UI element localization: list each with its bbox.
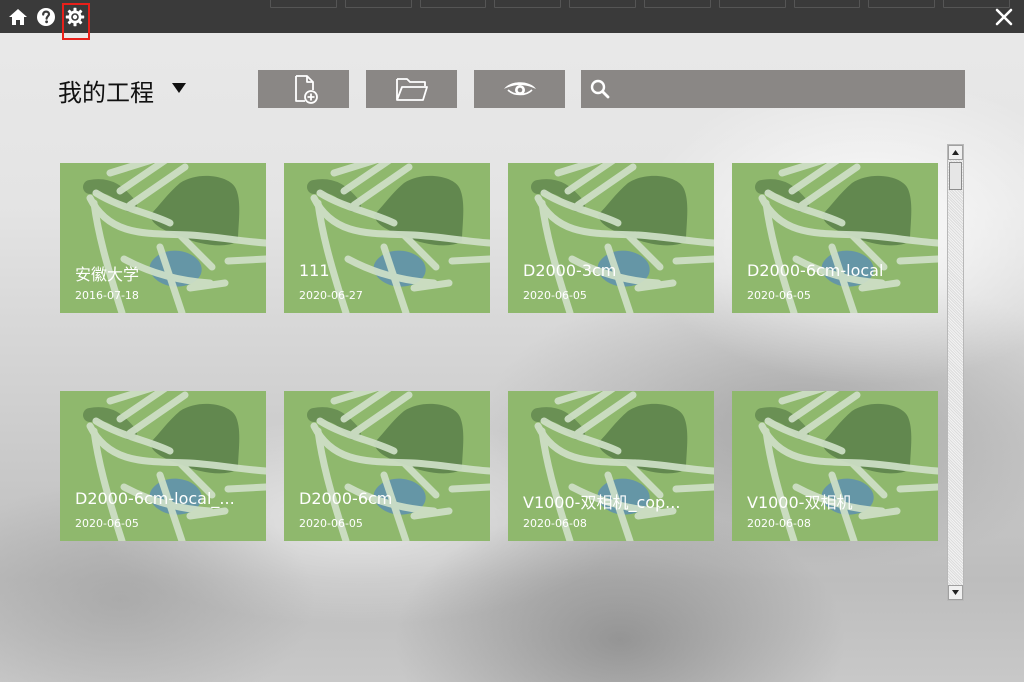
folder-icon bbox=[395, 78, 428, 101]
project-card[interactable]: 安徽大学 2016-07-18 bbox=[60, 163, 266, 313]
project-name: 111 bbox=[299, 261, 330, 280]
project-card[interactable]: V1000-双相机 2020-06-08 bbox=[732, 391, 938, 541]
project-date: 2020-06-08 bbox=[523, 517, 587, 530]
search-bar[interactable] bbox=[581, 70, 965, 108]
new-file-icon bbox=[294, 75, 318, 104]
project-card[interactable]: D2000-3cm 2020-06-05 bbox=[508, 163, 714, 313]
project-name: 安徽大学 bbox=[75, 265, 140, 284]
scroll-up-button[interactable] bbox=[948, 145, 963, 160]
title-bar bbox=[0, 0, 1024, 33]
settings-highlight-box bbox=[62, 3, 90, 40]
new-project-button[interactable] bbox=[258, 70, 349, 108]
project-card[interactable]: 111 2020-06-27 bbox=[284, 163, 490, 313]
project-date: 2020-06-05 bbox=[299, 517, 363, 530]
page-title: 我的工程 bbox=[58, 78, 154, 107]
background-ribbon bbox=[270, 0, 1010, 8]
project-card[interactable]: D2000-6cm 2020-06-05 bbox=[284, 391, 490, 541]
help-icon[interactable] bbox=[36, 7, 56, 27]
search-icon bbox=[590, 79, 610, 99]
project-name: D2000-6cm bbox=[299, 489, 393, 508]
project-name: D2000-6cm-local bbox=[747, 261, 884, 280]
project-card[interactable]: D2000-6cm-local 2020-06-05 bbox=[732, 163, 938, 313]
home-icon[interactable] bbox=[8, 7, 28, 27]
project-name: V1000-双相机 bbox=[747, 493, 853, 512]
eye-icon bbox=[503, 82, 536, 96]
open-project-button[interactable] bbox=[366, 70, 457, 108]
project-date: 2020-06-27 bbox=[299, 289, 363, 302]
project-card[interactable]: D2000-6cm-local_... 2020-06-05 bbox=[60, 391, 266, 541]
arrow-up-icon bbox=[952, 150, 959, 155]
project-name: D2000-3cm bbox=[523, 261, 617, 280]
project-date: 2020-06-05 bbox=[75, 517, 139, 530]
arrow-down-icon bbox=[952, 590, 959, 595]
dropdown-arrow-icon[interactable] bbox=[172, 83, 186, 93]
project-name: D2000-6cm-local_... bbox=[75, 489, 235, 508]
project-selector[interactable]: 我的工程 bbox=[58, 74, 186, 107]
scroll-down-button[interactable] bbox=[948, 585, 963, 600]
project-card[interactable]: V1000-双相机_cop... 2020-06-08 bbox=[508, 391, 714, 541]
view-project-button[interactable] bbox=[474, 70, 565, 108]
vertical-scrollbar[interactable] bbox=[947, 144, 964, 601]
project-date: 2020-06-08 bbox=[747, 517, 811, 530]
project-date: 2020-06-05 bbox=[747, 289, 811, 302]
close-icon[interactable] bbox=[994, 7, 1014, 27]
project-name: V1000-双相机_cop... bbox=[523, 493, 681, 512]
search-input[interactable] bbox=[617, 74, 965, 104]
project-date: 2016-07-18 bbox=[75, 289, 139, 302]
project-date: 2020-06-05 bbox=[523, 289, 587, 302]
scroll-thumb[interactable] bbox=[949, 162, 962, 190]
